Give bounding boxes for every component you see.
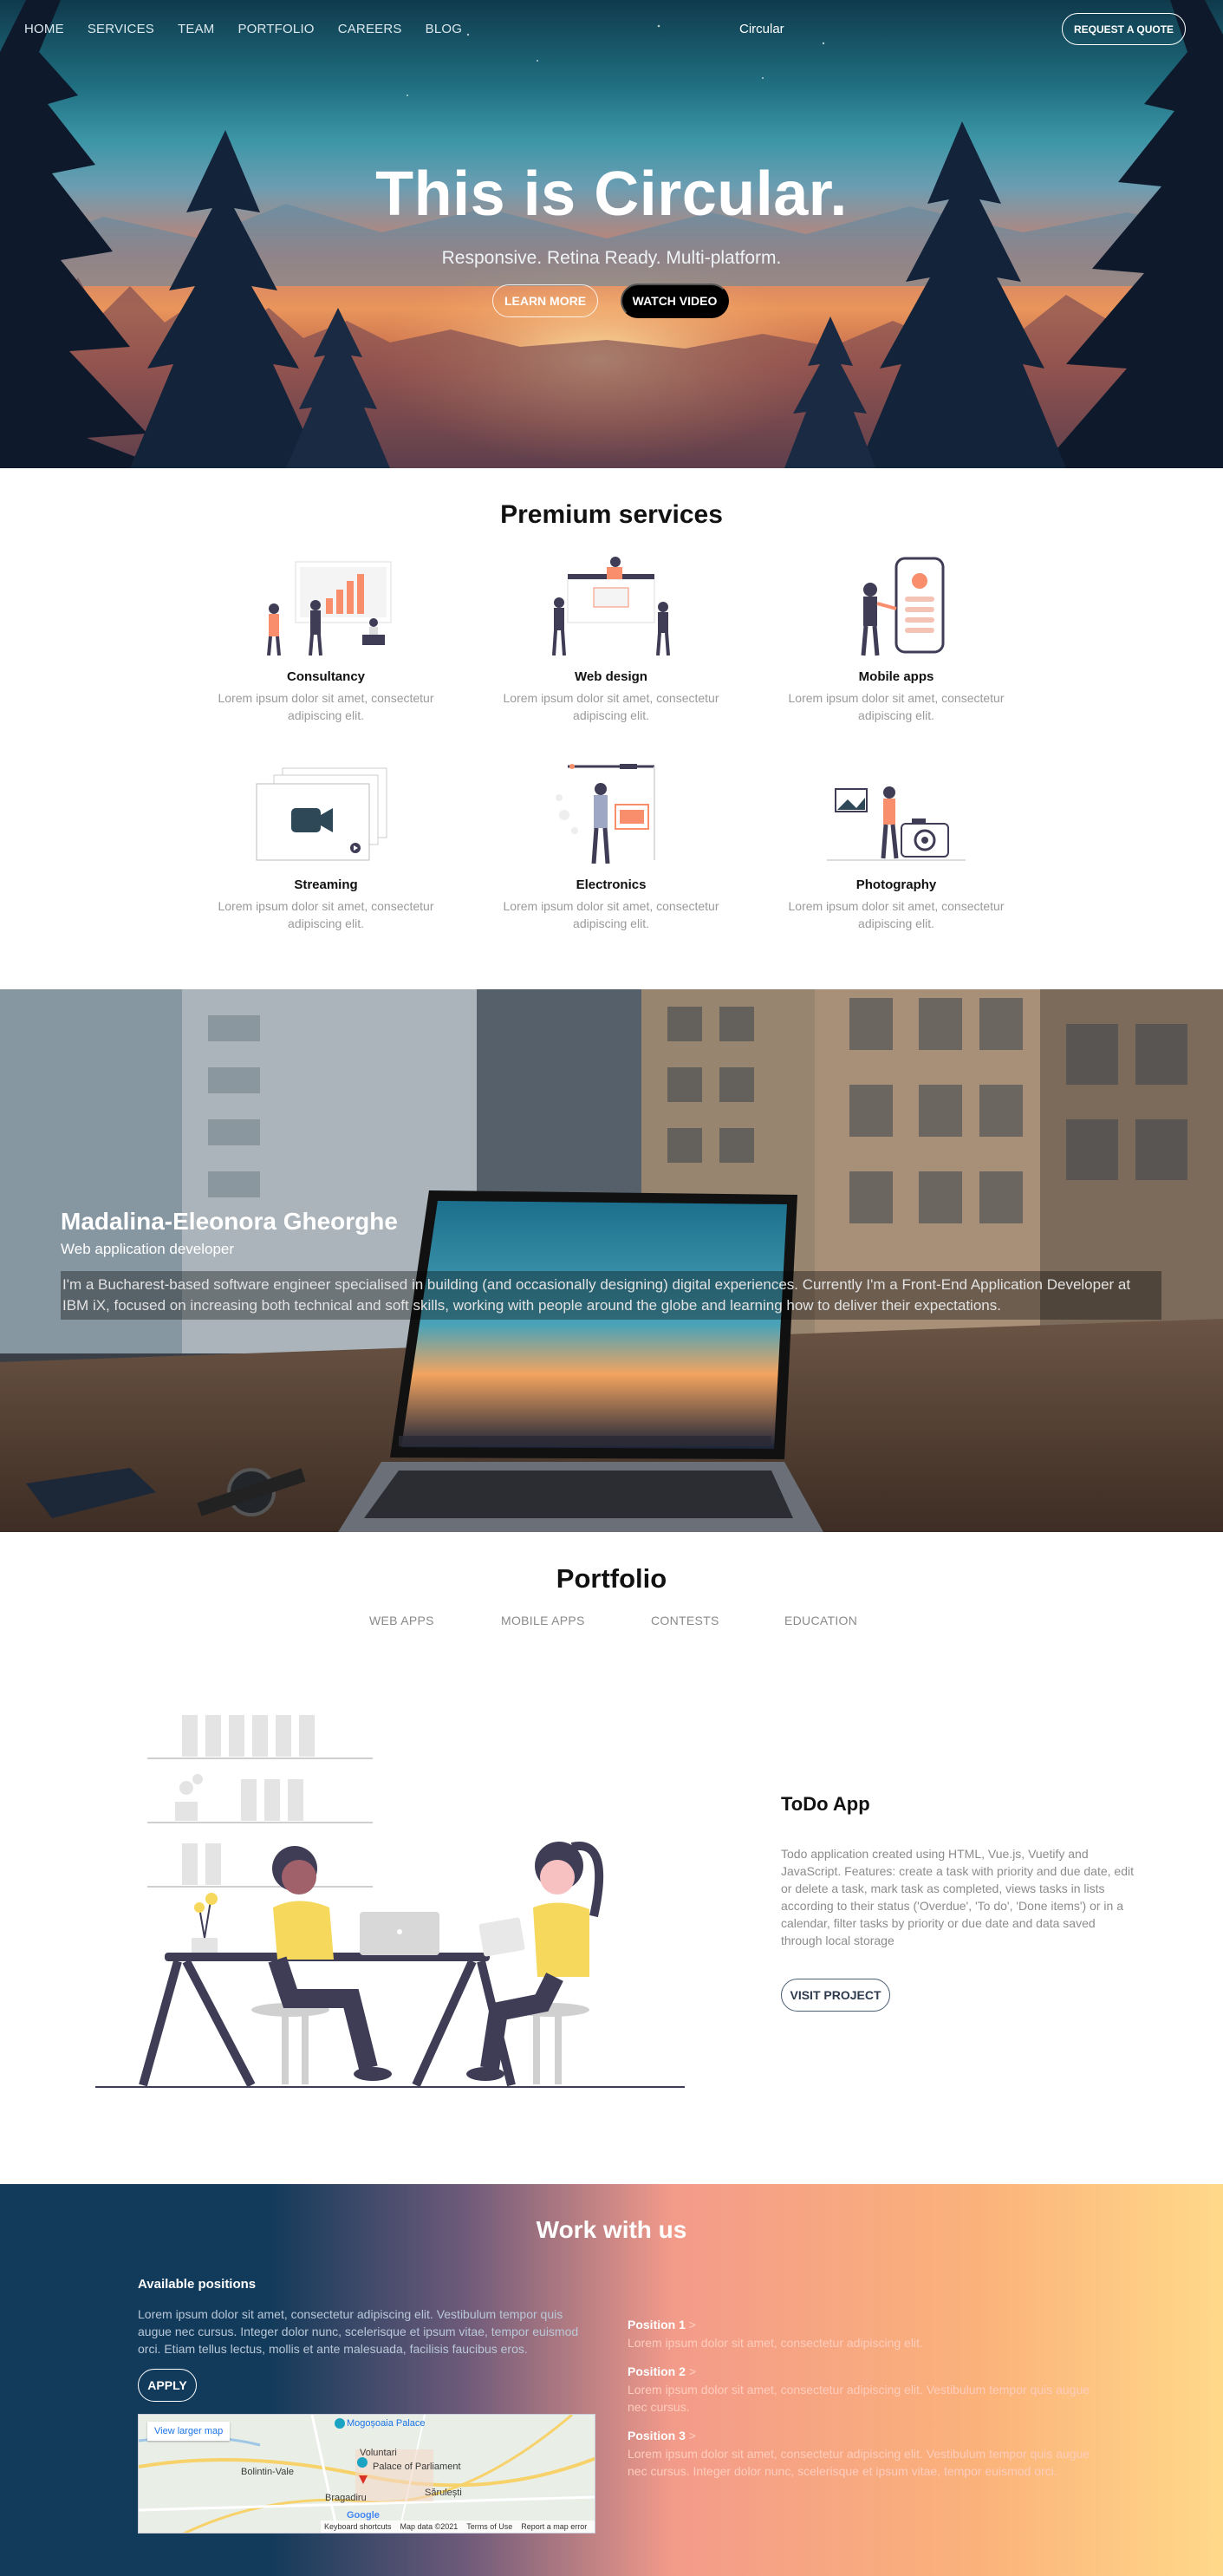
service-description: Lorem ipsum dolor sit amet, consectetur …: [218, 899, 434, 930]
watch-video-button[interactable]: WATCH VIDEO: [621, 284, 729, 318]
map-label: Bolintin-Vale: [241, 2467, 294, 2477]
filter-web-apps[interactable]: WEB APPS: [369, 1614, 434, 1627]
map-label: Voluntari: [360, 2448, 397, 2458]
apply-button[interactable]: APPLY: [138, 2369, 197, 2402]
position-item-2[interactable]: Position 2 > Lorem ipsum dolor sit amet,…: [628, 2364, 1096, 2416]
service-name: Consultancy: [286, 669, 365, 684]
position-item-3[interactable]: Position 3 > Lorem ipsum dolor sit amet,…: [628, 2429, 1096, 2480]
position-text: Lorem ipsum dolor sit amet, consectetur …: [628, 2336, 923, 2350]
map-label: Palace of Parliament: [373, 2462, 461, 2472]
position-text: Lorem ipsum dolor sit amet, consectetur …: [628, 2383, 1090, 2414]
visit-project-button[interactable]: VISIT PROJECT: [781, 1979, 890, 2012]
map-label: Bragadiru: [325, 2493, 367, 2503]
project-description: Todo application created using HTML, Vue…: [781, 1847, 1134, 1947]
profile-bio: I'm a Bucharest-based software engineer …: [61, 1271, 1161, 1320]
hero-subtitle: Responsive. Retina Ready. Multi-platform…: [441, 248, 782, 268]
request-quote-button[interactable]: REQUEST A QUOTE: [1062, 13, 1186, 45]
position-item-1[interactable]: Position 1 > Lorem ipsum dolor sit amet,…: [628, 2318, 1096, 2351]
todo-app-illustration: [95, 1715, 685, 2088]
map-label: Mogoșoaia Palace: [347, 2418, 426, 2429]
mobile-apps-illustration: [861, 557, 945, 656]
streaming-illustration: [256, 767, 387, 861]
nav-link-blog[interactable]: BLOG: [426, 22, 462, 36]
photography-illustration: [827, 786, 966, 861]
service-description: Lorem ipsum dolor sit amet, consectetur …: [503, 691, 719, 722]
google-logo: Google: [347, 2510, 380, 2521]
nav-link-team[interactable]: TEAM: [178, 22, 214, 36]
hero-section: HOME SERVICES TEAM PORTFOLIO CAREERS BLO…: [0, 0, 1223, 468]
portfolio-title: Portfolio: [556, 1563, 667, 1594]
view-larger-map-link[interactable]: View larger map: [147, 2422, 231, 2441]
service-name: Electronics: [576, 877, 647, 892]
top-navigation: HOME SERVICES TEAM PORTFOLIO CAREERS BLO…: [0, 0, 1223, 57]
consultancy-illustration: [267, 561, 392, 656]
service-description: Lorem ipsum dolor sit amet, consectetur …: [788, 691, 1005, 722]
position-text: Lorem ipsum dolor sit amet, consectetur …: [628, 2447, 1090, 2478]
service-description: Lorem ipsum dolor sit amet, consectetur …: [218, 691, 434, 722]
filter-contests[interactable]: CONTESTS: [651, 1614, 719, 1627]
location-map[interactable]: View larger map Mogoșoaia Palace Volunta…: [138, 2414, 595, 2534]
profile-role: Web application developer: [61, 1241, 235, 1257]
service-card-mobile-apps: Mobile apps Lorem ipsum dolor sit amet, …: [775, 555, 1018, 724]
nav-link-home[interactable]: HOME: [24, 22, 64, 36]
service-name: Mobile apps: [858, 669, 934, 684]
chevron-right-icon: >: [688, 2429, 696, 2442]
forest-sunset-background: [0, 0, 1223, 468]
position-title: Position 2: [628, 2364, 686, 2378]
about-section: [0, 989, 1223, 1532]
nav-links: HOME SERVICES TEAM PORTFOLIO CAREERS BLO…: [24, 22, 462, 36]
chevron-right-icon: >: [688, 2318, 696, 2331]
service-card-streaming: Streaming Lorem ipsum dolor sit amet, co…: [205, 763, 447, 932]
position-title: Position 1: [628, 2318, 686, 2331]
services-title: Premium services: [500, 500, 723, 529]
learn-more-button[interactable]: LEARN MORE: [492, 284, 598, 317]
nav-link-services[interactable]: SERVICES: [88, 22, 154, 36]
workspace-laptop-photo: [0, 989, 1223, 1532]
service-description: Lorem ipsum dolor sit amet, consectetur …: [788, 899, 1005, 930]
hero-title: This is Circular.: [375, 160, 848, 229]
brand-name[interactable]: Circular: [739, 22, 784, 36]
service-card-consultancy: Consultancy Lorem ipsum dolor sit amet, …: [205, 555, 447, 724]
service-description: Lorem ipsum dolor sit amet, consectetur …: [503, 899, 719, 930]
chevron-right-icon: >: [688, 2364, 696, 2378]
service-name: Web design: [575, 669, 647, 684]
service-card-web-design: Web design Lorem ipsum dolor sit amet, c…: [490, 555, 732, 724]
map-keyboard-shortcuts[interactable]: Keyboard shortcuts: [324, 2522, 392, 2531]
nav-link-portfolio[interactable]: PORTFOLIO: [237, 22, 314, 36]
work-title: Work with us: [536, 2216, 687, 2243]
web-design-illustration: [552, 557, 670, 656]
filter-mobile-apps[interactable]: MOBILE APPS: [501, 1614, 585, 1627]
map-footer: Keyboard shortcuts Map data ©2021 Terms …: [321, 2521, 595, 2533]
map-label: Sărulești: [425, 2488, 462, 2498]
project-title: ToDo App: [781, 1793, 870, 1815]
electronics-illustration: [556, 764, 655, 864]
available-positions-title: Available positions: [138, 2277, 257, 2292]
nav-link-careers[interactable]: CAREERS: [338, 22, 402, 36]
position-title: Position 3: [628, 2429, 686, 2442]
map-terms-link[interactable]: Terms of Use: [466, 2522, 512, 2531]
map-data-credit: Map data ©2021: [400, 2522, 459, 2531]
service-name: Photography: [855, 877, 937, 892]
profile-name: Madalina-Eleonora Gheorghe: [61, 1208, 398, 1235]
map-report-error-link[interactable]: Report a map error: [521, 2522, 587, 2531]
service-card-electronics: Electronics Lorem ipsum dolor sit amet, …: [490, 763, 732, 932]
available-positions-text: Lorem ipsum dolor sit amet, consectetur …: [138, 2307, 579, 2356]
filter-education[interactable]: EDUCATION: [784, 1614, 857, 1627]
service-card-photography: Photography Lorem ipsum dolor sit amet, …: [775, 763, 1018, 932]
service-name: Streaming: [294, 877, 358, 892]
